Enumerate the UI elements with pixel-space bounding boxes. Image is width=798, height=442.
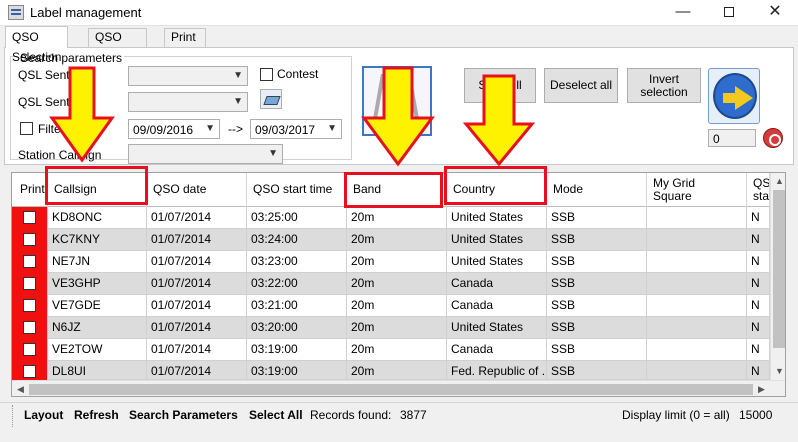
records-found-label: Records found: [310, 408, 392, 422]
select-all-link[interactable]: Select All [249, 408, 303, 422]
arrow-down-icon [361, 66, 435, 167]
annotation-arrows [49, 66, 536, 167]
tab-qso-selection[interactable]: QSO Selection [5, 26, 69, 64]
layout-link[interactable]: Layout [24, 408, 63, 422]
search-parameters-link[interactable]: Search Parameters [129, 408, 238, 422]
refresh-link[interactable]: Refresh [74, 408, 119, 422]
records-found-value: 3877 [400, 408, 427, 422]
arrow-down-icon [462, 74, 536, 167]
toolbar-grip [12, 405, 15, 427]
display-limit-value[interactable]: 15000 [739, 408, 772, 422]
arrow-down-icon [49, 66, 115, 163]
display-limit-label: Display limit (0 = all) [622, 408, 730, 422]
